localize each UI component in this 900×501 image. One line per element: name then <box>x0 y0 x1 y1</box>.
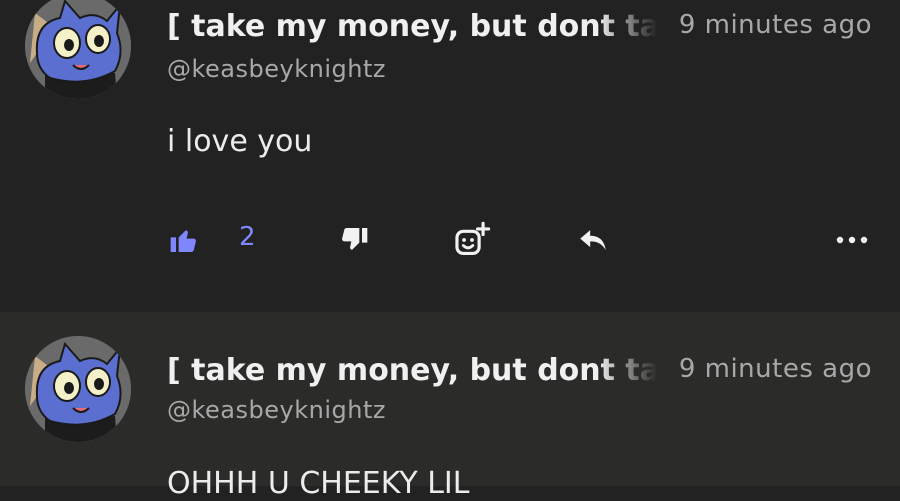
comment-text: OHHH U CHEEKY LIL <box>167 466 470 501</box>
author-name[interactable]: [ take my money, but dont take my heart … <box>167 353 657 388</box>
comment-actions: 2 <box>0 218 900 262</box>
reply-button[interactable] <box>576 218 610 262</box>
comment: [ take my money, but dont take my heart … <box>0 0 900 312</box>
comment: [ take my money, but dont take my heart … <box>0 312 900 501</box>
avatar[interactable] <box>25 0 131 99</box>
author-handle[interactable]: @keasbeyknightz <box>167 396 386 424</box>
reply-icon <box>576 223 610 257</box>
add-reaction-button[interactable] <box>453 218 491 262</box>
thumbs-down-icon <box>338 224 370 256</box>
thumbs-up-icon <box>168 224 200 256</box>
like-count: 2 <box>239 222 256 252</box>
like-button[interactable] <box>168 218 200 262</box>
timestamp: 9 minutes ago <box>678 10 872 40</box>
comment-text: i love you <box>167 124 313 159</box>
author-name[interactable]: [ take my money, but dont take my heart … <box>167 9 657 44</box>
avatar[interactable] <box>25 336 131 442</box>
add-reaction-icon <box>453 221 491 259</box>
avatar-image <box>25 0 131 99</box>
more-options-button[interactable] <box>834 218 870 262</box>
author-handle[interactable]: @keasbeyknightz <box>167 55 386 83</box>
dislike-button[interactable] <box>338 218 370 262</box>
more-icon <box>834 234 870 246</box>
timestamp: 9 minutes ago <box>678 354 872 384</box>
avatar-image <box>25 336 131 442</box>
